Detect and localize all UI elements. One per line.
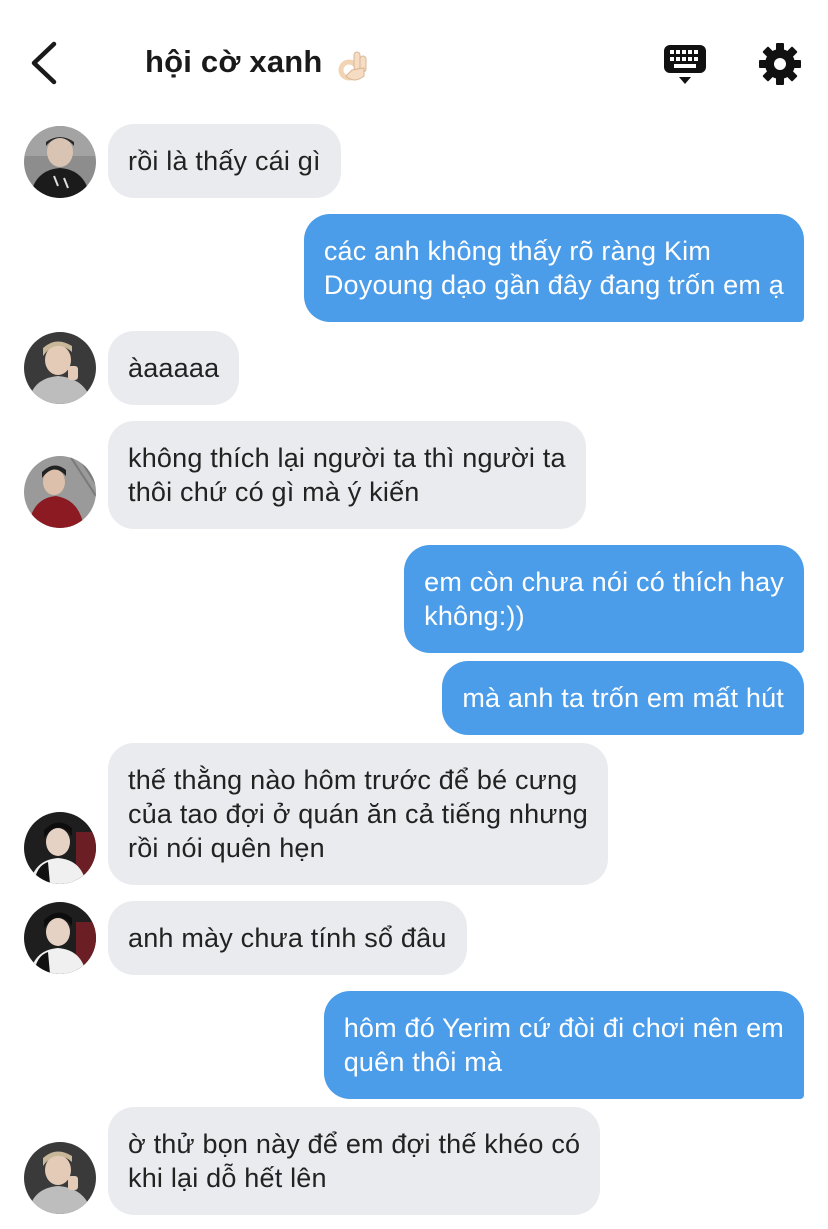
avatar[interactable] bbox=[24, 456, 96, 528]
back-button[interactable] bbox=[26, 38, 66, 88]
avatar-dark-hair-icon bbox=[24, 812, 96, 884]
chevron-left-icon bbox=[31, 41, 57, 85]
avatar-black-jacket-icon bbox=[24, 126, 96, 198]
message-incoming: thế thằng nào hôm trước để bé cưng của t… bbox=[108, 743, 609, 885]
avatar-grey-hoodie-icon bbox=[24, 332, 96, 404]
message-outgoing: em còn chưa nói có thích hay không:)) bbox=[404, 545, 804, 653]
message-outgoing: mà anh ta trốn em mất hút bbox=[442, 661, 804, 735]
ok-hand-emoji-icon bbox=[336, 48, 370, 84]
avatar[interactable] bbox=[24, 902, 96, 974]
avatar[interactable] bbox=[24, 126, 96, 198]
message-outgoing: hôm đó Yerim cứ đòi đi chơi nên em quên … bbox=[323, 991, 804, 1099]
gear-icon bbox=[759, 43, 801, 85]
message-incoming: không thích lại người ta thì người ta th… bbox=[108, 421, 586, 529]
avatar[interactable] bbox=[24, 812, 96, 884]
message-incoming: anh mày chưa tính sổ đâu bbox=[108, 901, 467, 975]
message-outgoing: các anh không thấy rõ ràng Kim Doyoung d… bbox=[303, 214, 804, 322]
message-incoming: ờ thử bọn này để em đợi thế khéo có khi … bbox=[108, 1107, 601, 1215]
avatar-dark-hair-icon bbox=[24, 902, 96, 974]
message-incoming: rồi là thấy cái gì bbox=[108, 124, 341, 198]
chat-title: hội cờ xanh bbox=[145, 44, 323, 79]
keyboard-icon bbox=[664, 45, 706, 84]
avatar-red-jacket-icon bbox=[24, 456, 96, 528]
message-incoming: àaaaaa bbox=[108, 331, 240, 405]
avatar[interactable] bbox=[24, 1142, 96, 1214]
avatar-grey-hoodie-icon bbox=[24, 1142, 96, 1214]
keyboard-button[interactable] bbox=[662, 42, 708, 88]
avatar[interactable] bbox=[24, 332, 96, 404]
chat-header: hội cờ xanh bbox=[0, 0, 828, 116]
settings-button[interactable] bbox=[758, 42, 802, 86]
